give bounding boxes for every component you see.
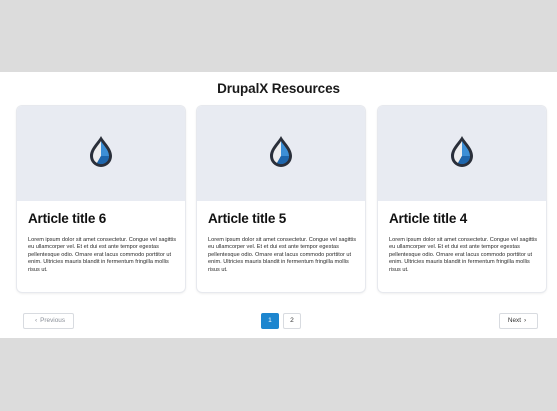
next-page-button[interactable]: Next › <box>499 313 538 329</box>
article-title[interactable]: Article title 4 <box>389 211 467 226</box>
drupal-drop-logo-icon <box>270 136 292 167</box>
previous-label: Previous <box>40 317 66 324</box>
article-card[interactable]: Article title 4 Lorem ipsum dolor sit am… <box>378 106 546 292</box>
article-image <box>378 106 546 201</box>
page-2-button[interactable]: 2 <box>283 313 301 329</box>
article-excerpt: Lorem ipsum dolor sit amet consectetur. … <box>208 237 356 273</box>
page-title: DrupalX Resources <box>217 81 340 96</box>
previous-page-button[interactable]: ‹ Previous <box>23 313 74 329</box>
chevron-right-icon: › <box>523 317 527 324</box>
drupal-drop-logo-icon <box>90 136 112 167</box>
next-label: Next <box>507 317 521 324</box>
article-card[interactable]: Article title 6 Lorem ipsum dolor sit am… <box>17 106 185 292</box>
article-image <box>17 106 185 201</box>
article-excerpt: Lorem ipsum dolor sit amet consectetur. … <box>389 237 537 273</box>
article-title[interactable]: Article title 5 <box>208 211 286 226</box>
article-image <box>197 106 365 201</box>
article-card[interactable]: Article title 5 Lorem ipsum dolor sit am… <box>197 106 365 292</box>
drupal-drop-logo-icon <box>451 136 473 167</box>
page-1-button[interactable]: 1 <box>261 313 279 329</box>
article-title[interactable]: Article title 6 <box>28 211 106 226</box>
chevron-left-icon: ‹ <box>34 317 38 324</box>
article-excerpt: Lorem ipsum dolor sit amet consectetur. … <box>28 237 176 273</box>
